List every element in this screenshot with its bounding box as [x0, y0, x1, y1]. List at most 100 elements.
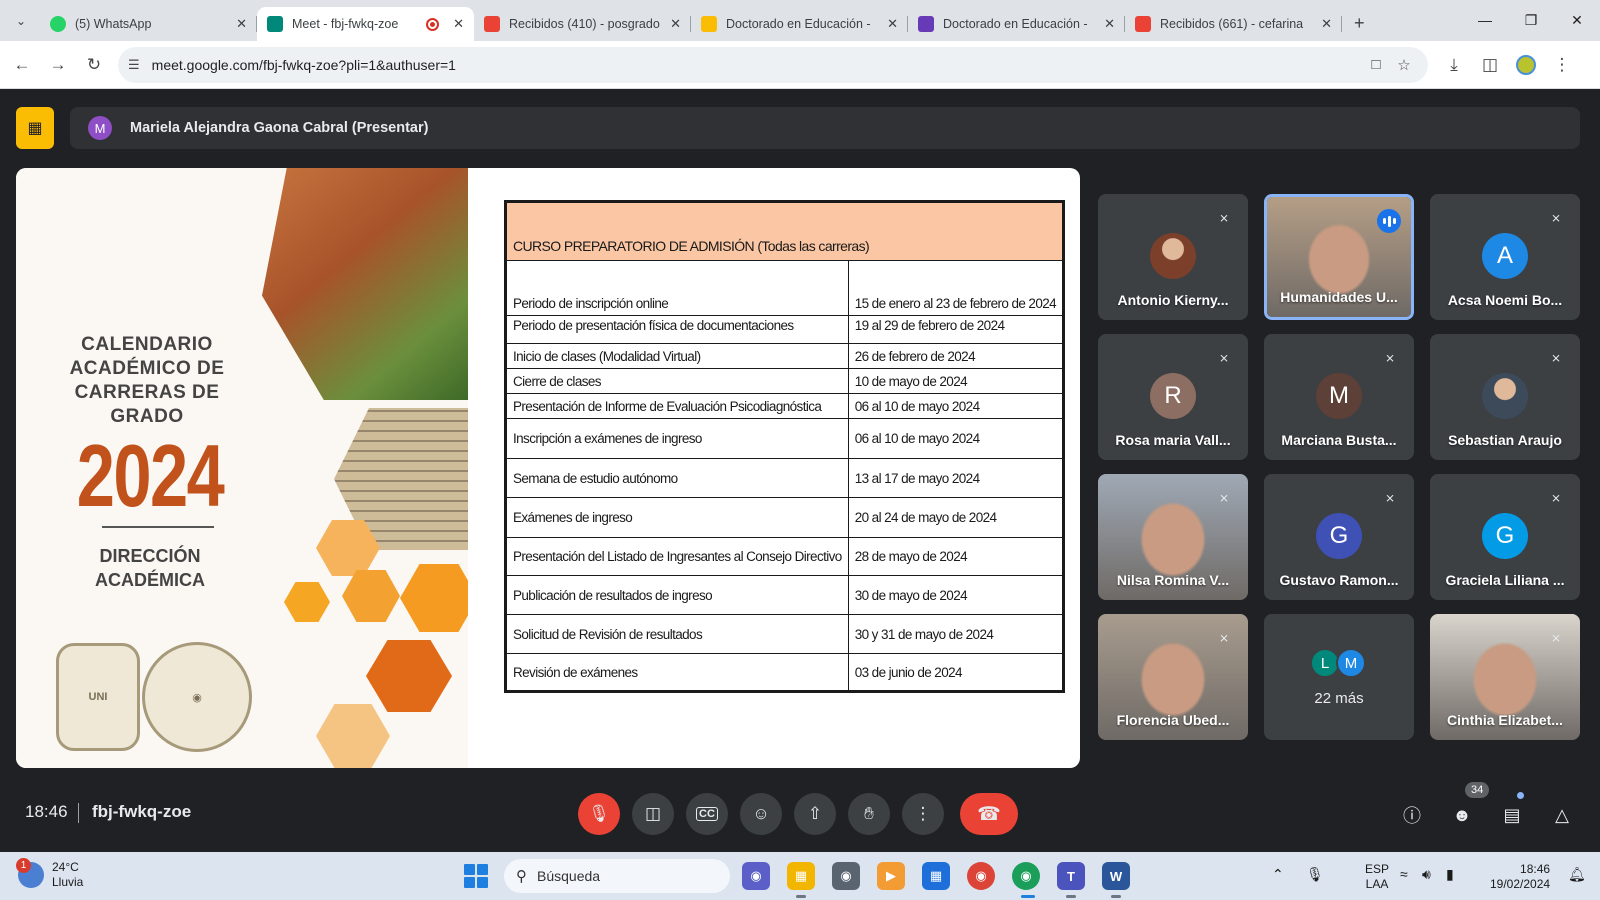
camera-toggle-button[interactable]: ◫: [632, 793, 674, 835]
decorative-hexagon: [366, 640, 452, 712]
raise-hand-button[interactable]: ✋︎: [848, 793, 890, 835]
meeting-code: fbj-fwkq-zoe: [92, 802, 192, 821]
new-tab-button[interactable]: +: [1354, 13, 1365, 34]
meeting-details-button[interactable]: ⓘ: [1398, 801, 1426, 829]
browser-tab[interactable]: Doctorado en Educación - ✕: [691, 7, 908, 41]
downloads-button[interactable]: ⤓: [1436, 47, 1472, 83]
close-tab-icon[interactable]: ✕: [236, 16, 247, 32]
participant-tile[interactable]: ⨯ Florencia Ubed...: [1098, 614, 1248, 740]
chat-button[interactable]: ▤: [1498, 801, 1526, 829]
participant-name: Nilsa Romina V...: [1116, 572, 1230, 588]
profile-button[interactable]: [1508, 47, 1544, 83]
side-panel-button[interactable]: ◫: [1472, 47, 1508, 83]
weather-widget[interactable]: 1 24°C Lluvia: [16, 858, 83, 890]
participant-tile[interactable]: ⨯ Sebastian Araujo: [1430, 334, 1580, 460]
close-window-button[interactable]: ✕: [1554, 0, 1600, 40]
browser-toolbar: ← → ↻ ☰ meet.google.com/fbj-fwkq-zoe?pli…: [0, 41, 1600, 89]
mic-off-icon: ⨯: [1550, 211, 1562, 225]
start-button[interactable]: [464, 864, 488, 888]
close-tab-icon[interactable]: ✕: [1104, 16, 1115, 32]
participant-tile[interactable]: ⨯ Antonio Kierny...: [1098, 194, 1248, 320]
browser-tab[interactable]: Doctorado en Educación - ✕: [908, 7, 1125, 41]
battery-icon[interactable]: ▮: [1446, 866, 1454, 883]
mic-off-icon: ⨯: [1550, 631, 1562, 645]
close-tab-icon[interactable]: ✕: [453, 16, 464, 32]
presenter-banner: M Mariela Alejandra Gaona Cabral (Presen…: [70, 107, 1580, 149]
tab-title: Recibidos (410) - posgrado: [509, 17, 660, 31]
close-tab-icon[interactable]: ✕: [1321, 16, 1332, 32]
table-row: Cierre de clases 10 de mayo de 2024: [505, 368, 1065, 394]
chat-icon: ▤: [1503, 804, 1521, 825]
notification-bell-icon[interactable]: 🔔︎: [1568, 866, 1586, 883]
activity-cell: Periodo de presentación física de docume…: [505, 315, 849, 344]
browser-tab[interactable]: Meet - fbj-fwkq-zoe ✕: [257, 7, 474, 41]
participant-tile[interactable]: R ⨯ Rosa maria Vall...: [1098, 334, 1248, 460]
url-text[interactable]: meet.google.com/fbj-fwkq-zoe?pli=1&authu…: [152, 57, 1362, 73]
media-player-app-icon[interactable]: ▶: [877, 862, 905, 890]
chrome-app-icon[interactable]: ◉: [967, 862, 995, 890]
input-language[interactable]: ESP LAA: [1365, 862, 1389, 892]
date-cell: 13 al 17 de mayo 2024: [847, 458, 1065, 498]
presentation-icon[interactable]: ▦: [16, 107, 54, 149]
wifi-icon[interactable]: ≈: [1400, 866, 1408, 882]
restore-button[interactable]: ❐: [1508, 0, 1554, 40]
table-row: Inscripción a exámenes de ingreso 06 al 1…: [505, 418, 1065, 459]
microsoft-store-app-icon[interactable]: ▦: [922, 862, 950, 890]
participant-tile[interactable]: G ⨯ Graciela Liliana ...: [1430, 474, 1580, 600]
camera-app-icon[interactable]: ◉: [832, 862, 860, 890]
more-options-button[interactable]: ⋮: [902, 793, 944, 835]
tab-search-button[interactable]: ⌄: [8, 8, 34, 34]
temperature: 24°C: [52, 860, 79, 874]
close-tab-icon[interactable]: ✕: [670, 16, 681, 32]
chrome-profile-app-icon[interactable]: ◉: [1012, 862, 1040, 890]
leave-call-button[interactable]: ☎︎: [960, 793, 1018, 835]
volume-icon[interactable]: 🔊︎: [1422, 866, 1431, 883]
slide-title: CALENDARIO ACADÉMICO DE CARRERAS DE GRAD…: [69, 334, 225, 427]
close-tab-icon[interactable]: ✕: [887, 16, 898, 32]
forward-button[interactable]: →: [40, 47, 76, 83]
word-app-icon[interactable]: W: [1102, 862, 1130, 890]
microphone-icon[interactable]: 🎙︎: [1306, 866, 1324, 883]
taskbar-clock[interactable]: 18:46 19/02/2024: [1490, 862, 1550, 892]
file-explorer-app-icon[interactable]: ▦: [787, 862, 815, 890]
browser-tab[interactable]: Recibidos (661) - cefarina ✕: [1125, 7, 1342, 41]
window-controls: — ❐ ✕: [1462, 0, 1600, 40]
site-settings-icon[interactable]: ☰: [128, 57, 140, 73]
bookmark-star-icon[interactable]: ☆: [1390, 51, 1418, 79]
participant-tile[interactable]: A ⨯ Acsa Noemi Bo...: [1430, 194, 1580, 320]
participant-tile[interactable]: L M 22 más: [1264, 614, 1414, 740]
people-button[interactable]: ☻: [1448, 801, 1476, 829]
reload-button[interactable]: ↻: [76, 47, 112, 83]
participant-name: Sebastian Araujo: [1448, 432, 1562, 448]
minimize-button[interactable]: —: [1462, 0, 1508, 40]
presenter-label: Mariela Alejandra Gaona Cabral (Presenta…: [130, 120, 429, 136]
present-screen-button[interactable]: ⇧: [794, 793, 836, 835]
participant-tile[interactable]: G ⨯ Gustavo Ramon...: [1264, 474, 1414, 600]
camera-in-use-icon[interactable]: □: [1362, 51, 1390, 79]
reactions-button[interactable]: ☺: [740, 793, 782, 835]
activity-cell: Inscripción a exámenes de ingreso: [505, 418, 849, 459]
captions-button[interactable]: CC: [686, 793, 728, 835]
teams-app-icon[interactable]: T: [1057, 862, 1085, 890]
running-indicator: [1111, 895, 1121, 898]
more-vert-icon: ⋮: [914, 804, 932, 823]
participant-avatar: G: [1316, 513, 1362, 559]
taskbar-search[interactable]: ⚲ Búsqueda: [504, 859, 730, 893]
participant-tile[interactable]: M ⨯ Marciana Busta...: [1264, 334, 1414, 460]
browser-tab[interactable]: Recibidos (410) - posgrado ✕: [474, 7, 691, 41]
microphone-toggle-button[interactable]: 🎙︎: [578, 793, 620, 835]
participant-tile[interactable]: ⨯ Nilsa Romina V...: [1098, 474, 1248, 600]
activities-button[interactable]: △: [1548, 801, 1576, 829]
table-row: Inicio de clases (Modalidad Virtual) 26 d…: [505, 343, 1065, 369]
slide-year: 2024: [76, 426, 225, 525]
date-cell: 19 al 29 de febrero de 2024: [847, 315, 1065, 344]
back-button[interactable]: ←: [4, 47, 40, 83]
teams-chat-app-icon[interactable]: ◉: [742, 862, 770, 890]
address-bar[interactable]: ☰ meet.google.com/fbj-fwkq-zoe?pli=1&aut…: [118, 46, 1428, 83]
chrome-menu-button[interactable]: ⋮: [1544, 47, 1580, 83]
people-icon: ☻: [1452, 804, 1472, 825]
participant-tile[interactable]: ⨯ Cinthia Elizabet...: [1430, 614, 1580, 740]
participant-tile[interactable]: Humanidades U...: [1264, 194, 1414, 320]
show-hidden-icons-chevron-up-icon[interactable]: ⌃: [1272, 866, 1284, 883]
browser-tab[interactable]: (5) WhatsApp ✕: [40, 7, 257, 41]
